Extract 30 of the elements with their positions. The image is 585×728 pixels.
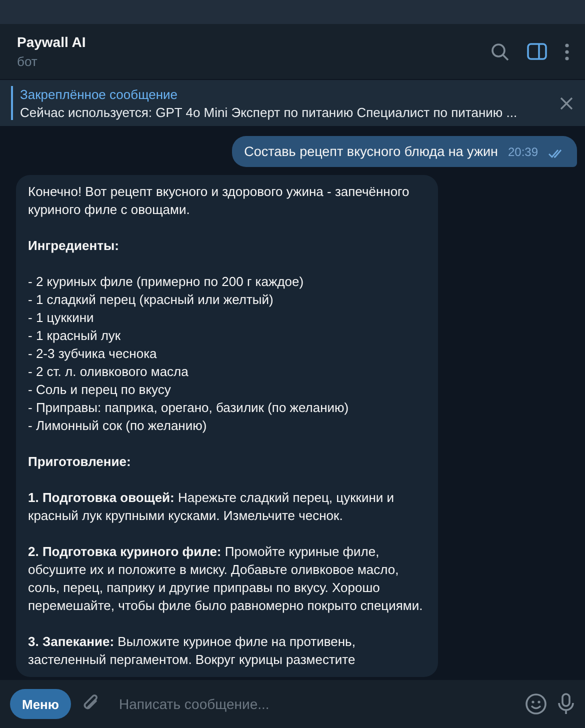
list-item: - 2-3 зубчика чеснока	[28, 345, 158, 363]
menu-button[interactable]: Меню	[10, 689, 72, 719]
search-icon[interactable]	[491, 42, 509, 60]
section-heading: Ингредиенты:	[28, 237, 120, 255]
section-heading: Приготовление:	[28, 453, 132, 471]
list-item: - Лимонный сок (по желанию)	[28, 417, 208, 435]
message-text: Составь рецепт вкусного блюда на ужин	[244, 144, 498, 159]
sidebar-icon[interactable]	[527, 43, 547, 60]
chat-subtitle: бот	[17, 54, 38, 69]
list-item: - Соль и перец по вкусу	[28, 381, 172, 399]
message-paragraph: Конечно! Вот рецепт вкусного и здорового ужина - запечённого куриного филе с овощами.	[28, 183, 410, 219]
more-icon[interactable]	[565, 42, 569, 60]
list-item: - 2 куриных филе (примерно по 200 г каждое)	[28, 273, 305, 291]
list-item: - 1 цуккини	[28, 309, 95, 327]
pinned-message[interactable]: Сейчас используется: GPT 4o Mini Эксперт по питанию Специалист по питанию ...	[20, 104, 560, 120]
message-paragraph: 1. Подготовка овощей: Нарежьте сладкий перец, цуккини и красный лук крупными кусками. Измельчите чеснок.	[28, 489, 396, 525]
pinned-title[interactable]: Закреплённое сообщение	[20, 86, 560, 102]
message-input[interactable]: Написать сообщение...	[111, 692, 515, 716]
message-paragraph: 3. Запекание: Выложите куриное филе на противень, застеленный пергаментом. Вокруг курицы разместите	[28, 633, 356, 669]
list-item: - 1 красный лук	[28, 327, 122, 345]
microphone-icon[interactable]	[557, 693, 575, 715]
emoji-icon[interactable]	[525, 693, 547, 715]
message-paragraph: 2. Подготовка куриного филе: Промойте куриные филе, обсушите их и положите в миску. Добавьте оливковое масло, соль, перец, паприку и другие приправы по вкусу. Хорошо перемешайте, чтобы филе было равномерно покрыто специями.	[28, 543, 424, 615]
list-item: - Приправы: паприка, орегано, базилик (по желанию)	[28, 399, 350, 417]
message-composer[interactable]: Меню Написать сообщение...	[0, 680, 585, 728]
message-time: 20:39	[508, 145, 538, 159]
chat-title: Paywall AI	[17, 34, 87, 50]
list-item: - 2 ст. л. оливкового масла	[28, 363, 190, 381]
list-item: - 1 сладкий перец (красный или желтый)	[28, 291, 274, 309]
close-icon[interactable]	[560, 96, 573, 110]
